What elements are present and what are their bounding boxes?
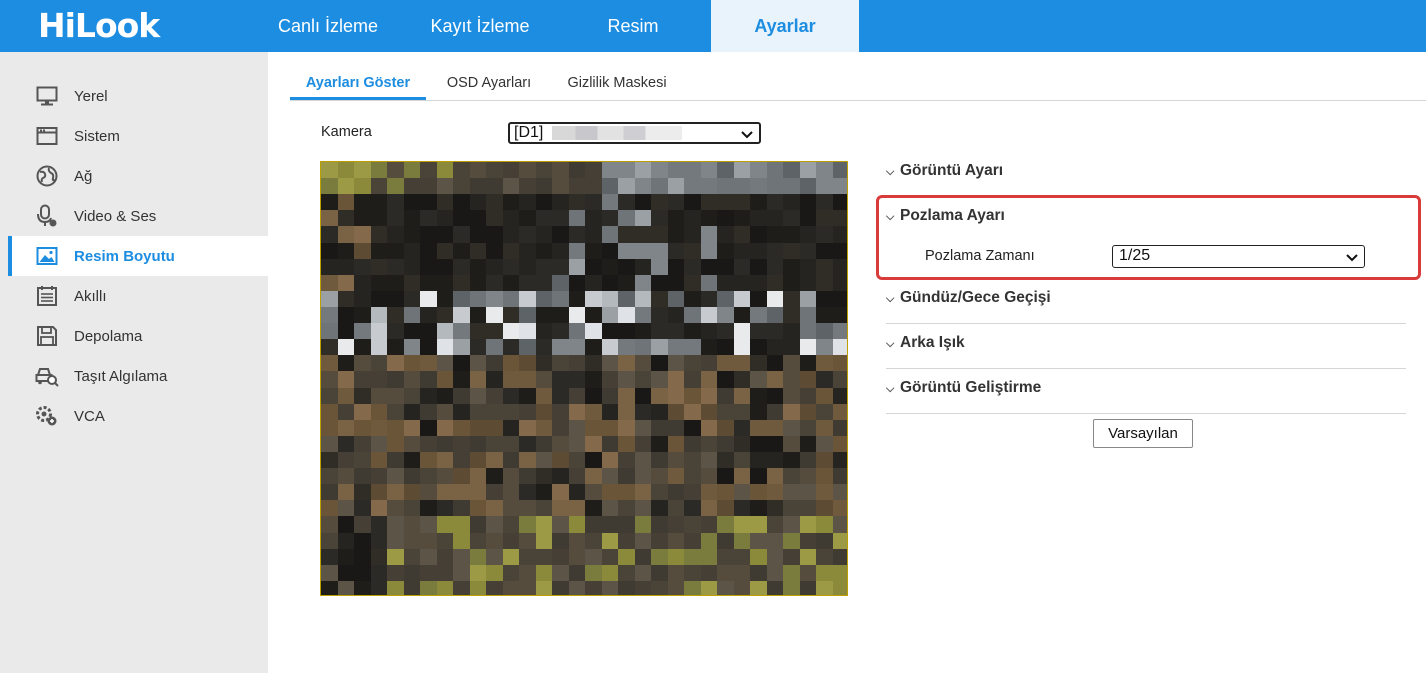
- topnav-picture[interactable]: Resim: [564, 0, 702, 52]
- chevron-down-icon: ⌵: [886, 166, 895, 178]
- image-settings-title: Görüntü Ayarı: [900, 162, 1004, 179]
- exposure-title: Pozlama Ayarı: [900, 207, 1005, 224]
- tab-osd-settings[interactable]: OSD Ayarları: [434, 66, 544, 100]
- camera-select[interactable]: [D1]: [508, 122, 761, 144]
- sidebar-item-system[interactable]: Sistem: [10, 116, 268, 156]
- exposure-time-label: Pozlama Zamanı: [925, 248, 1035, 264]
- sidebar-item-label: Yerel: [74, 87, 108, 105]
- sidebar-item-label: Depolama: [74, 327, 143, 345]
- window-icon: [34, 124, 60, 148]
- sidebar-item-label: VCA: [74, 407, 105, 425]
- sidebar-item-label: Resim Boyutu: [74, 247, 175, 265]
- chevron-down-icon: ⌵: [886, 383, 895, 395]
- sidebar-item-vca[interactable]: VCA: [10, 396, 268, 436]
- enhancement-section[interactable]: ⌵ Görüntü Geliştirme: [886, 379, 1406, 397]
- hilook-logo: HiLook: [38, 6, 160, 45]
- mic-icon: [34, 204, 60, 228]
- exposure-section[interactable]: ⌵ Pozlama Ayarı: [886, 207, 1406, 225]
- sidebar-item-video-audio[interactable]: Video & Ses: [10, 196, 268, 236]
- sidebar-item-label: Taşıt Algılama: [74, 367, 168, 385]
- chevron-down-icon: ⌵: [886, 293, 895, 305]
- topnav-playback[interactable]: Kayıt İzleme: [410, 0, 550, 52]
- sidebar-item-vehicle-detection[interactable]: Taşıt Algılama: [10, 356, 268, 396]
- camera-name-redaction: [552, 126, 682, 140]
- backlight-section[interactable]: ⌵ Arka Işık: [886, 334, 1406, 352]
- sidebar-item-smart[interactable]: Akıllı: [10, 276, 268, 316]
- sidebar-item-label: Ağ: [74, 167, 93, 185]
- video-preview[interactable]: [320, 161, 848, 596]
- exposure-time-select[interactable]: 1/25: [1112, 245, 1365, 268]
- day-night-title: Gündüz/Gece Geçişi: [900, 289, 1051, 306]
- list-icon: [34, 284, 60, 308]
- default-button[interactable]: Varsayılan: [1093, 419, 1193, 448]
- camera-select-value: [D1]: [514, 124, 544, 141]
- tab-divider: [290, 100, 1426, 101]
- chevron-down-icon: [1346, 249, 1358, 268]
- sidebar: Yerel Sistem Ağ Video & Ses Resim Boyutu…: [0, 52, 268, 673]
- image-icon: [34, 244, 60, 268]
- monitor-icon: [34, 84, 60, 108]
- enhancement-title: Görüntü Geliştirme: [900, 379, 1042, 396]
- vca-gear-icon: [34, 404, 60, 428]
- day-night-section[interactable]: ⌵ Gündüz/Gece Geçişi: [886, 289, 1406, 307]
- tab-privacy-mask[interactable]: Gizlilik Maskesi: [554, 66, 680, 100]
- floppy-icon: [34, 324, 60, 348]
- sidebar-item-local[interactable]: Yerel: [10, 76, 268, 116]
- top-navigation-bar: HiLook Canlı İzleme Kayıt İzleme Resim A…: [0, 0, 1426, 52]
- backlight-title: Arka Işık: [900, 334, 965, 351]
- chevron-up-icon: ⌵: [886, 211, 895, 223]
- sidebar-item-label: Sistem: [74, 127, 120, 145]
- pixelated-preview-image: [321, 162, 847, 595]
- sidebar-item-storage[interactable]: Depolama: [10, 316, 268, 356]
- sidebar-item-image[interactable]: Resim Boyutu: [8, 236, 268, 276]
- topnav-configuration[interactable]: Ayarlar: [711, 0, 859, 52]
- section-divider: [886, 323, 1406, 324]
- globe-icon: [34, 164, 60, 188]
- chevron-down-icon: [741, 127, 753, 145]
- sidebar-item-network[interactable]: Ağ: [10, 156, 268, 196]
- image-settings-section[interactable]: ⌵ Görüntü Ayarı: [886, 162, 1406, 180]
- camera-label: Kamera: [321, 124, 372, 140]
- section-divider: [886, 413, 1406, 414]
- sidebar-item-label: Akıllı: [74, 287, 107, 305]
- exposure-time-value: 1/25: [1119, 247, 1151, 264]
- topnav-live-view[interactable]: Canlı İzleme: [258, 0, 398, 52]
- sidebar-item-label: Video & Ses: [74, 207, 157, 225]
- chevron-down-icon: ⌵: [886, 338, 895, 350]
- tab-display-settings[interactable]: Ayarları Göster: [290, 66, 426, 100]
- section-divider: [886, 368, 1406, 369]
- vehicle-search-icon: [34, 364, 60, 388]
